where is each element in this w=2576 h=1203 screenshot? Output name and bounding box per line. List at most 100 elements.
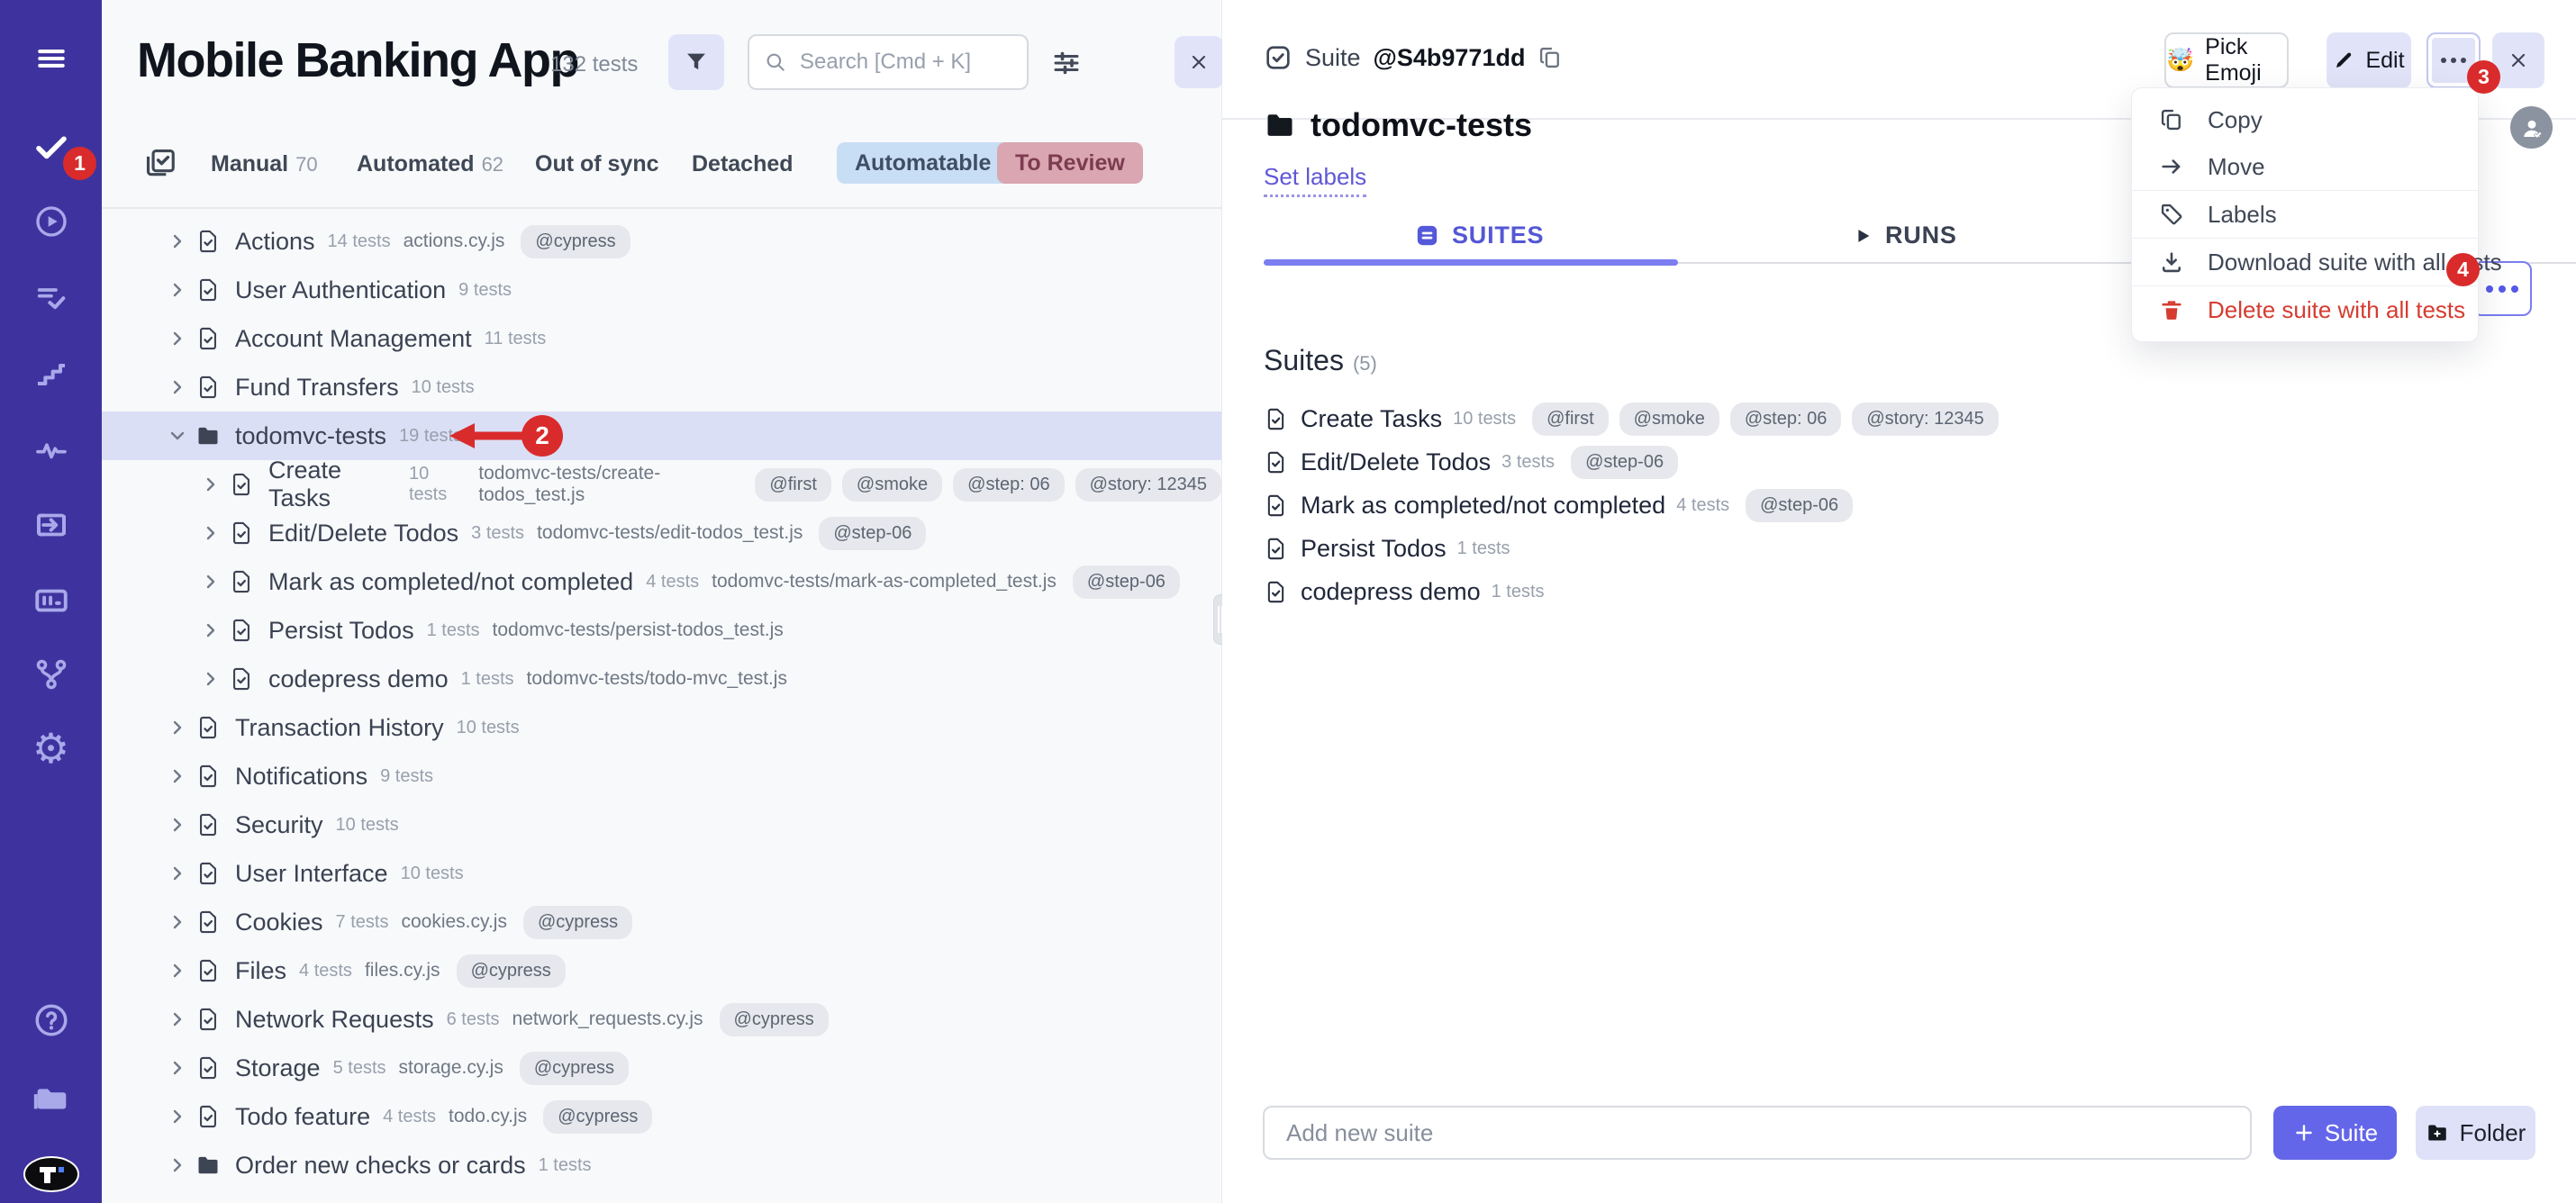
tag-badge[interactable]: @cypress — [543, 1100, 652, 1134]
chevron-right-icon[interactable] — [167, 960, 190, 981]
help-icon[interactable] — [0, 1001, 102, 1039]
tab-manual[interactable]: Manual70 — [211, 151, 318, 177]
set-labels-link[interactable]: Set labels — [1264, 163, 1366, 197]
tag-badge[interactable]: @step: 06 — [1730, 403, 1841, 436]
suite-row-create-tasks[interactable]: Create Tasks 10 tests @first @smoke @ste… — [1264, 397, 2525, 440]
tag-badge[interactable]: @cypress — [457, 954, 566, 988]
tree-row-todo-feature[interactable]: Todo feature 4 tests todo.cy.js @cypress — [102, 1092, 1221, 1141]
tree-row-edit-delete-todos[interactable]: Edit/Delete Todos 3 tests todomvc-tests/… — [102, 509, 1221, 557]
chevron-right-icon[interactable] — [167, 863, 190, 884]
steps-icon[interactable] — [0, 357, 102, 393]
chevron-right-icon[interactable] — [167, 328, 190, 349]
badge-automatable[interactable]: Automatable — [837, 142, 1009, 184]
tag-badge[interactable]: @first — [755, 468, 831, 502]
tree-row-files[interactable]: Files 4 tests files.cy.js @cypress — [102, 946, 1221, 995]
chevron-right-icon[interactable] — [167, 814, 190, 836]
gear-icon[interactable]: ⚙ — [0, 728, 102, 769]
tree-row-storage[interactable]: Storage 5 tests storage.cy.js @cypress — [102, 1044, 1221, 1092]
chevron-right-icon[interactable] — [167, 717, 190, 738]
tab-detached[interactable]: Detached — [692, 151, 794, 177]
view-settings-icon[interactable] — [1049, 47, 1084, 79]
tag-badge[interactable]: @story: 12345 — [1075, 468, 1221, 502]
chevron-right-icon[interactable] — [167, 1009, 190, 1030]
chevron-right-icon[interactable] — [167, 279, 190, 301]
tree-row-network-requests[interactable]: Network Requests 6 tests network_request… — [102, 995, 1221, 1044]
pick-emoji-button[interactable]: 🤯 Pick Emoji — [2164, 32, 2289, 88]
suite-row-edit-delete-todos[interactable]: Edit/Delete Todos 3 tests @step-06 — [1264, 440, 2525, 484]
menu-item-move[interactable]: Move — [2132, 143, 2478, 190]
tree-row-notifications[interactable]: Notifications 9 tests — [102, 752, 1221, 800]
tag-badge[interactable]: @smoke — [1619, 403, 1719, 436]
search-input[interactable] — [798, 49, 1012, 76]
tree-row-order-new-checks[interactable]: Order new checks or cards 1 tests — [102, 1141, 1221, 1189]
tag-badge[interactable]: @cypress — [523, 906, 632, 939]
more-options-button[interactable] — [2426, 32, 2481, 88]
chevron-right-icon[interactable] — [200, 522, 223, 544]
menu-item-download-suite[interactable]: Download suite with all tests — [2132, 239, 2478, 285]
add-folder-button[interactable]: Folder — [2416, 1106, 2535, 1160]
tag-badge[interactable]: @step-06 — [1746, 489, 1853, 522]
sign-in-icon[interactable] — [0, 506, 102, 544]
tab-automated[interactable]: Automated62 — [357, 151, 503, 177]
test-runs-icon[interactable] — [0, 281, 102, 317]
badge-to-review[interactable]: To Review — [997, 142, 1143, 184]
play-circle-icon[interactable] — [0, 204, 102, 240]
tree-row-create-tasks[interactable]: Create Tasks 10 tests todomvc-tests/crea… — [102, 460, 1221, 509]
menu-item-copy[interactable]: Copy — [2132, 96, 2478, 143]
tag-badge[interactable]: @smoke — [842, 468, 942, 502]
chevron-right-icon[interactable] — [200, 668, 223, 690]
tree-row-transaction-history[interactable]: Transaction History 10 tests — [102, 703, 1221, 752]
chevron-right-icon[interactable] — [167, 1057, 190, 1079]
menu-item-delete-suite[interactable]: Delete suite with all tests — [2132, 286, 2478, 333]
tree-row-mark-as-completed[interactable]: Mark as completed/not completed 4 tests … — [102, 557, 1221, 606]
branch-icon[interactable] — [0, 656, 102, 693]
suite-row-codepress-demo[interactable]: codepress demo 1 tests — [1264, 570, 2525, 613]
tag-badge[interactable]: @cypress — [720, 1003, 829, 1036]
tag-badge[interactable]: @cypress — [520, 1052, 629, 1085]
menu-icon[interactable] — [0, 41, 102, 76]
tree-row-persist-todos[interactable]: Persist Todos 1 tests todomvc-tests/pers… — [102, 606, 1221, 655]
select-all-icon[interactable] — [143, 146, 177, 180]
dashboard-icon[interactable] — [0, 582, 102, 620]
edit-button[interactable]: Edit — [2327, 32, 2411, 88]
tag-badge[interactable]: @step-06 — [1571, 446, 1678, 479]
tree-row-fund-transfers[interactable]: Fund Transfers 10 tests — [102, 363, 1221, 412]
tree-row-user-interface[interactable]: User Interface 10 tests — [102, 849, 1221, 898]
tag-badge[interactable]: @cypress — [521, 225, 630, 258]
menu-item-labels[interactable]: Labels — [2132, 191, 2478, 238]
suite-row-persist-todos[interactable]: Persist Todos 1 tests — [1264, 527, 2525, 570]
chevron-right-icon[interactable] — [167, 1154, 190, 1176]
tag-badge[interactable]: @step-06 — [819, 517, 926, 550]
add-suite-input[interactable] — [1263, 1106, 2252, 1160]
chevron-right-icon[interactable] — [167, 376, 190, 398]
tree-row-actions[interactable]: Actions 14 tests actions.cy.js @cypress — [102, 217, 1221, 266]
chevron-right-icon[interactable] — [167, 765, 190, 787]
close-tests-panel-button[interactable] — [1175, 36, 1223, 88]
tag-badge[interactable]: @first — [1532, 403, 1609, 436]
suite-row-mark-as-completed[interactable]: Mark as completed/not completed 4 tests … — [1264, 484, 2525, 527]
tab-out-of-sync[interactable]: Out of sync — [535, 151, 659, 177]
chevron-down-icon[interactable] — [167, 425, 190, 447]
search-box[interactable] — [748, 34, 1029, 90]
chevron-right-icon[interactable] — [200, 571, 223, 592]
copy-id-icon[interactable] — [1537, 45, 1563, 70]
add-suite-button[interactable]: Suite — [2273, 1106, 2397, 1160]
tree-row-codepress-demo[interactable]: codepress demo 1 tests todomvc-tests/tod… — [102, 655, 1221, 703]
chevron-right-icon[interactable] — [167, 911, 190, 933]
pulse-icon[interactable] — [0, 432, 102, 468]
tree-row-security[interactable]: Security 10 tests — [102, 800, 1221, 849]
chevron-right-icon[interactable] — [167, 1106, 190, 1127]
tab-runs[interactable]: RUNS — [1853, 222, 1957, 249]
tree-row-account-management[interactable]: Account Management 11 tests — [102, 314, 1221, 363]
tree-row-cookies[interactable]: Cookies 7 tests cookies.cy.js @cypress — [102, 898, 1221, 946]
tag-badge[interactable]: @step: 06 — [953, 468, 1064, 502]
chevron-right-icon[interactable] — [167, 231, 190, 252]
avatar[interactable] — [2510, 106, 2553, 149]
tree-row-user-authentication[interactable]: User Authentication 9 tests — [102, 266, 1221, 314]
projects-folder-icon[interactable] — [0, 1077, 102, 1118]
filter-button[interactable] — [668, 34, 724, 90]
tag-badge[interactable]: @step-06 — [1073, 565, 1180, 599]
chevron-right-icon[interactable] — [200, 474, 223, 495]
chevron-right-icon[interactable] — [200, 620, 223, 641]
close-suite-button[interactable] — [2492, 32, 2544, 88]
